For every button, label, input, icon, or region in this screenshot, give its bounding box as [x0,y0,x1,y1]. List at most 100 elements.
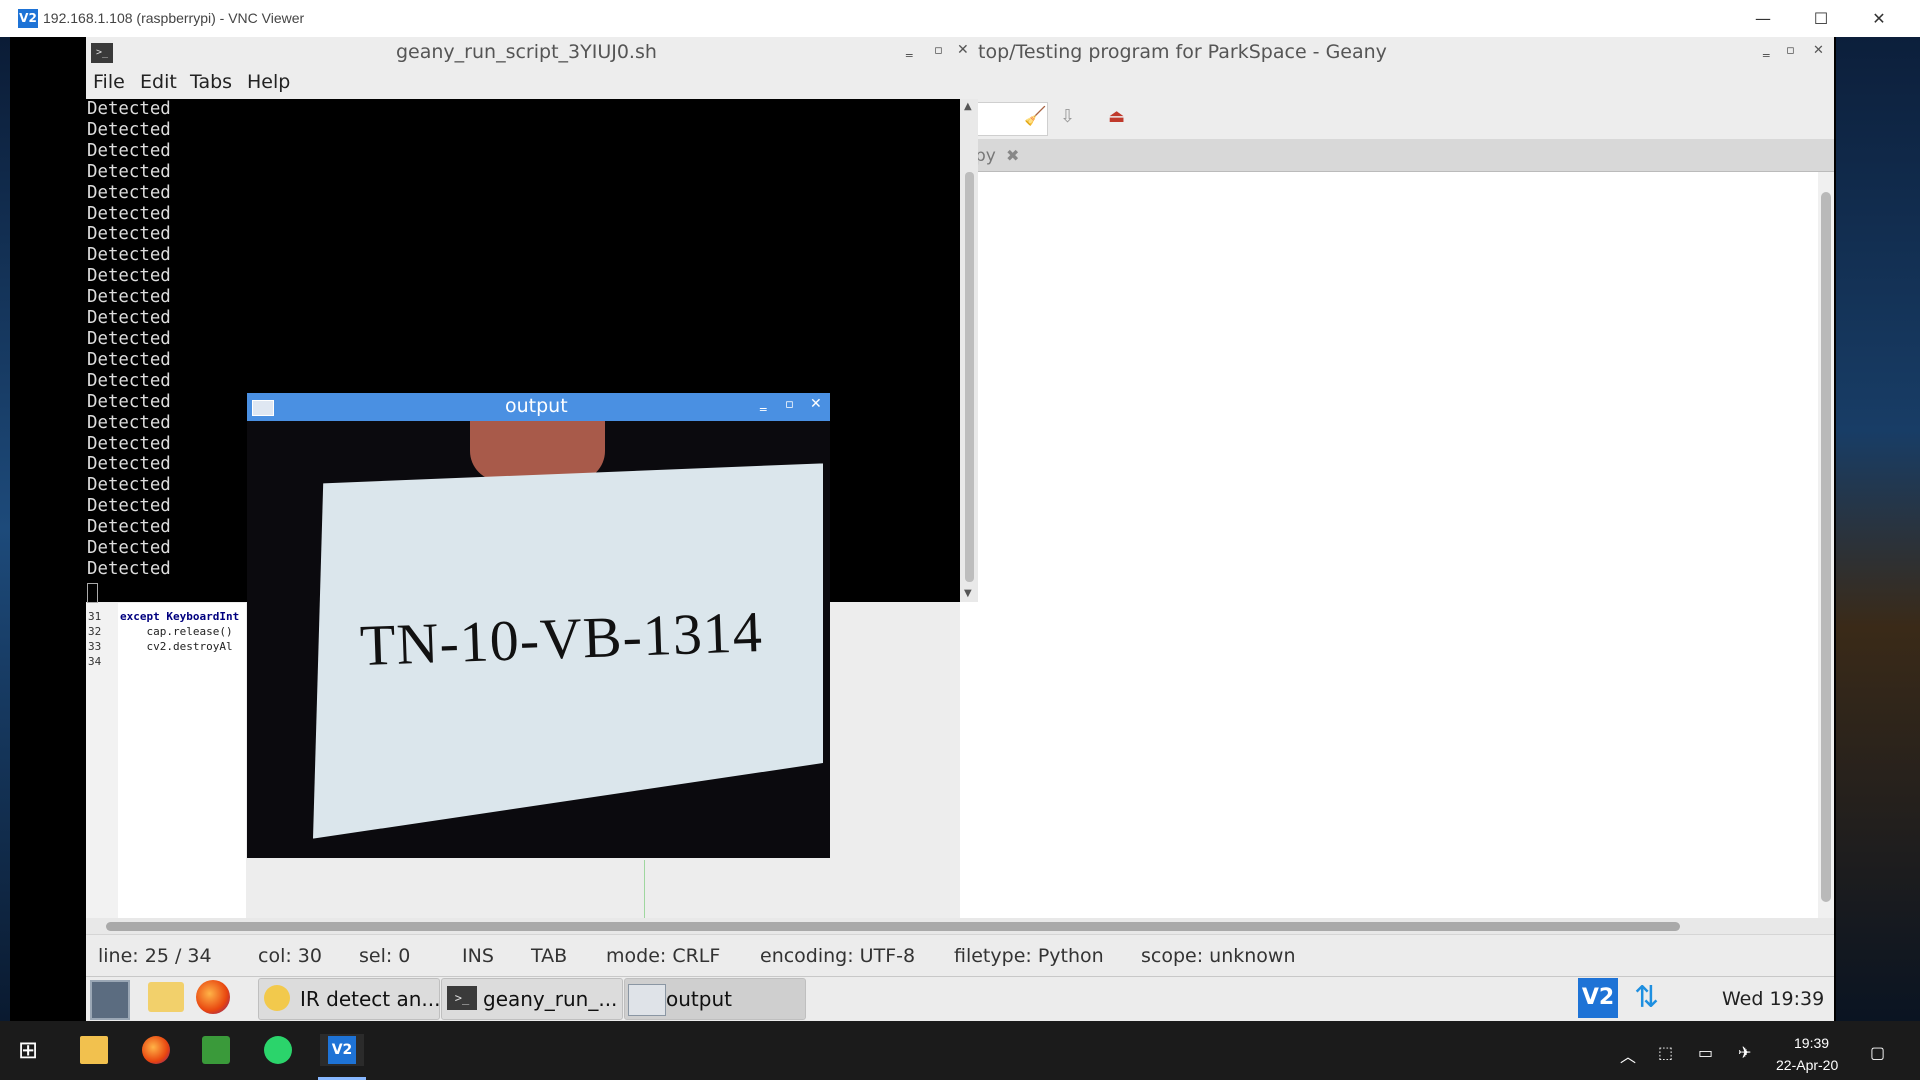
vnc-viewer-icon[interactable]: V2 [328,1036,356,1064]
geany-tab-label[interactable]: py [975,146,996,166]
terminal-maximize-button[interactable]: ▫ [934,43,943,58]
vnc-maximize-button[interactable]: ☐ [1792,0,1850,37]
jump-icon[interactable]: ⇩ [1060,106,1075,127]
vnc-logo-icon: V2 [18,9,38,28]
terminal-output: Detected Detected Detected Detected Detected… [87,99,171,580]
status-tab: TAB [531,945,568,967]
menu-edit[interactable]: Edit [140,71,177,93]
tray-network-icon[interactable]: ⬚ [1658,1043,1673,1062]
license-plate-text: TN-10-VB-1314 [358,598,764,679]
terminal-line: Detected [87,245,171,266]
panel-task-label: IR detect an... [300,987,441,1011]
terminal-line: Detected [87,454,171,475]
terminal-line: Detected [87,182,171,203]
panel-task-label: geany_run_... [483,987,618,1011]
terminal-line: Detected [87,433,171,454]
panel-clock[interactable]: Wed 19:39 [1722,988,1824,1010]
scroll-down-arrow-icon[interactable]: ▼ [964,588,972,599]
output-minimize-button[interactable]: ‗ [760,397,767,412]
quit-icon[interactable]: ⏏ [1108,106,1125,127]
terminal-line: Detected [87,266,171,287]
vnc-close-button[interactable]: ✕ [1850,0,1908,37]
browser-icon[interactable] [196,980,230,1014]
editor-horizontal-scroll-thumb[interactable] [106,922,1680,931]
file-explorer-icon[interactable] [80,1036,108,1064]
python-app-icon [264,985,290,1011]
status-encoding: encoding: UTF-8 [760,945,916,967]
desktop-wallpaper-right [1836,37,1920,1021]
panel-task-label: output [666,987,732,1011]
geany-close-button[interactable]: ✕ [1813,43,1824,58]
window-icon [252,400,274,416]
editor-vertical-scroll-thumb[interactable] [1821,192,1831,902]
terminal-icon: >_ [91,43,113,63]
windows-start-icon[interactable]: ⊞ [18,1038,38,1062]
terminal-window-title: geany_run_script_3YIUJ0.sh [396,41,657,63]
terminal-icon: >_ [447,986,477,1010]
terminal-close-button[interactable]: ✕ [957,42,969,58]
terminal-line: Detected [87,475,171,496]
geany-restore-button[interactable]: ▫ [1786,43,1795,58]
output-window-title: output [505,395,568,417]
terminal-line: Detected [87,517,171,538]
line-number: 34 [88,655,102,668]
terminal-line: Detected [87,370,171,391]
terminal-scroll-thumb[interactable] [965,172,974,582]
status-scope: scope: unknown [1141,945,1296,967]
output-maximize-button[interactable]: ▫ [785,397,794,412]
terminal-line: Detected [87,558,171,579]
geany-window-title: top/Testing program for ParkSpace - Gean… [978,41,1387,63]
menu-tabs[interactable]: Tabs [190,71,232,93]
terminal-line: Detected [87,538,171,559]
output-close-button[interactable]: ✕ [810,396,822,412]
tray-airplane-icon[interactable]: ✈ [1738,1043,1751,1062]
status-mode: mode: CRLF [606,945,721,967]
terminal-line: Detected [87,224,171,245]
geany-minimize-button[interactable]: ‗ [1763,43,1770,58]
windows-clock-time[interactable]: 19:39 [1794,1035,1829,1051]
maps-app-icon[interactable] [264,1036,292,1064]
show-desktop-icon[interactable] [90,980,130,1020]
notifications-icon[interactable]: ▢ [1870,1043,1885,1062]
vnc-window-title: 192.168.1.108 (raspberrypi) - VNC Viewer [43,10,305,26]
menu-help[interactable]: Help [247,71,290,93]
tray-battery-icon[interactable]: ▭ [1698,1043,1713,1062]
hand-image [470,421,605,481]
geany-editor[interactable] [960,172,1818,918]
terminal-cursor [87,583,98,603]
terminal-line: Detected [87,140,171,161]
clear-broom-icon[interactable]: 🧹 [1024,106,1046,127]
vnc-server-icon[interactable]: V2 [1578,978,1618,1018]
terminal-line: Detected [87,203,171,224]
geany-tab-strip [960,139,1834,172]
status-ins: INS [462,945,494,967]
terminal-line: Detected [87,391,171,412]
file-manager-icon[interactable] [148,982,184,1012]
code-line[interactable]: cv2.destroyAl [120,640,232,653]
status-filetype: filetype: Python [954,945,1104,967]
window-icon [628,984,666,1016]
network-transfer-icon[interactable]: ⇅ [1634,980,1659,1015]
code-line[interactable]: except KeyboardInt [120,610,239,623]
tab-close-icon[interactable]: ✖ [1006,146,1019,165]
terminal-line: Detected [87,308,171,329]
scroll-up-arrow-icon[interactable]: ▲ [964,101,972,112]
line-number: 31 [88,610,102,623]
terminal-line: Detected [87,161,171,182]
menu-file[interactable]: File [93,71,125,93]
vnc-minimize-button[interactable]: — [1734,0,1792,37]
code-line[interactable]: cap.release() [120,625,232,638]
terminal-line: Detected [87,412,171,433]
status-sel: sel: 0 [359,945,411,967]
terminal-line: Detected [87,119,171,140]
excel-like-app-icon[interactable] [202,1036,230,1064]
tray-chevron-icon[interactable]: ︿ [1620,1043,1636,1067]
terminal-minimize-button[interactable]: ‗ [906,43,913,58]
firefox-icon[interactable] [142,1036,170,1064]
line-number: 32 [88,625,102,638]
desktop-wallpaper-left [0,37,10,1021]
status-col: col: 30 [258,945,322,967]
windows-clock-date[interactable]: 22-Apr-20 [1776,1057,1838,1073]
terminal-line: Detected [87,287,171,308]
terminal-line: Detected [87,328,171,349]
